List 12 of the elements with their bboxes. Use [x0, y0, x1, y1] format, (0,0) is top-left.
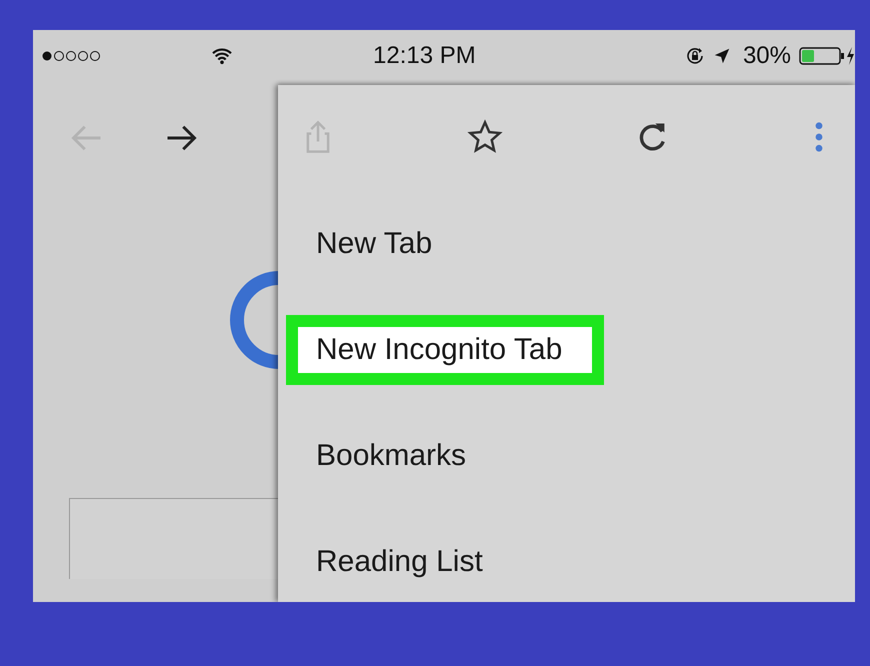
menu-item[interactable]: Bookmarks	[286, 421, 508, 491]
rotation-lock-icon	[684, 46, 705, 66]
battery-percent: 30%	[742, 42, 791, 70]
menu-item[interactable]: Reading List	[286, 527, 525, 597]
status-time: 12:13 PM	[373, 42, 476, 70]
battery-charging-icon	[799, 46, 855, 66]
wifi-icon	[211, 47, 233, 65]
location-icon	[712, 47, 731, 65]
menu-item[interactable]: New Tab	[286, 209, 474, 279]
menu-item[interactable]: New Incognito Tab	[286, 315, 604, 385]
signal-icon	[41, 50, 101, 62]
star-icon[interactable]	[467, 119, 503, 155]
